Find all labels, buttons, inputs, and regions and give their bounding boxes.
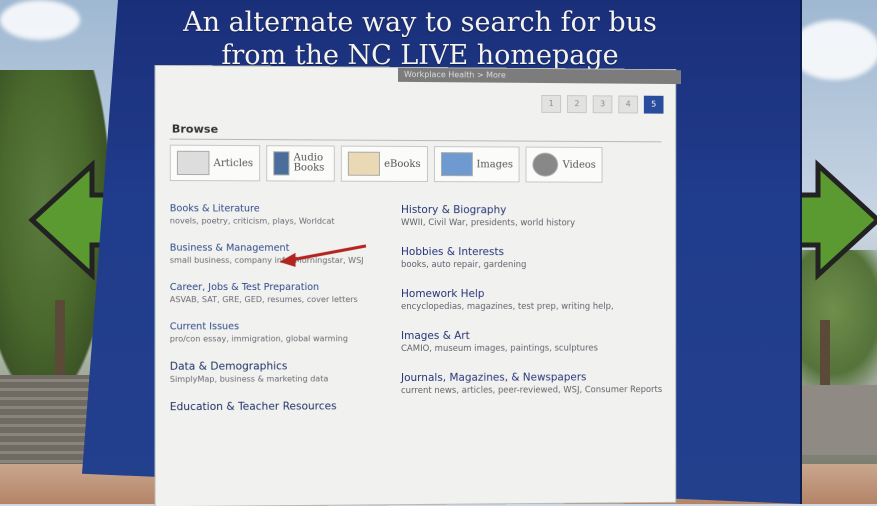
- pager: 1 2 3 4 5: [541, 94, 664, 114]
- tile-images[interactable]: Images: [433, 146, 520, 183]
- category-link[interactable]: Current Issues: [170, 321, 392, 332]
- divider: [169, 138, 662, 143]
- category-desc: novels, poetry, criticism, plays, Worldc…: [169, 216, 335, 226]
- format-tiles: Articles Audio Books eBooks Images Video…: [169, 144, 603, 183]
- left-category-list: Books & Literature novels, poetry, criti…: [170, 203, 392, 415]
- category-link[interactable]: Homework Help: [401, 288, 668, 300]
- category-link[interactable]: Education & Teacher Resources: [170, 400, 392, 413]
- cloud: [0, 0, 80, 40]
- tile-label: Audio Books: [293, 152, 325, 174]
- category-desc: current news, articles, peer-reviewed, W…: [400, 385, 663, 397]
- audiobooks-icon: [273, 151, 290, 176]
- browse-heading: Browse: [171, 122, 219, 136]
- category-desc: ASVAB, SAT, GRE, GED, resumes, cover let…: [169, 295, 358, 305]
- category-link[interactable]: History & Biography: [401, 204, 668, 217]
- category-desc: books, auto repair, gardening: [400, 259, 527, 271]
- page-button-1[interactable]: 1: [541, 94, 562, 113]
- page-button-5[interactable]: 5: [643, 95, 664, 114]
- category-desc: CAMIO, museum images, paintings, sculptu…: [400, 343, 598, 355]
- tile-videos[interactable]: Videos: [525, 146, 603, 183]
- category-link[interactable]: Data & Demographics: [170, 360, 392, 372]
- headline: An alternate way to search for bus from …: [120, 6, 720, 72]
- videos-icon: [532, 152, 559, 177]
- articles-icon: [176, 150, 210, 176]
- page-button-2[interactable]: 2: [567, 95, 587, 114]
- tile-articles[interactable]: Articles: [169, 144, 261, 182]
- category-desc: SimplyMap, business & marketing data: [169, 374, 329, 384]
- red-pointer-arrow-icon: [279, 240, 368, 267]
- cloud: [790, 20, 877, 80]
- tile-ebooks[interactable]: eBooks: [340, 145, 428, 183]
- category-link[interactable]: Journals, Magazines, & Newspapers: [401, 371, 668, 384]
- tile-label: Videos: [562, 159, 596, 171]
- page-button-3[interactable]: 3: [592, 95, 613, 114]
- category-desc: WWII, Civil War, presidents, world histo…: [400, 217, 576, 229]
- tree-trunk: [820, 320, 830, 390]
- tile-label: Images: [476, 158, 514, 170]
- nc-live-homepage-screenshot: Workplace Health > More 1 2 3 4 5 Browse…: [155, 65, 682, 506]
- ebooks-icon: [347, 151, 381, 176]
- category-link[interactable]: Career, Jobs & Test Preparation: [170, 282, 392, 293]
- category-desc: encyclopedias, magazines, test prep, wri…: [400, 301, 614, 313]
- category-link[interactable]: Images & Art: [401, 330, 668, 342]
- images-icon: [440, 152, 473, 177]
- category-link[interactable]: Hobbies & Interests: [401, 246, 668, 258]
- tile-label: Articles: [213, 157, 254, 169]
- category-desc: pro/con essay, immigration, global warmi…: [169, 334, 348, 344]
- right-category-list: History & Biography WWII, Civil War, pre…: [401, 204, 668, 414]
- tile-audio-books[interactable]: Audio Books: [266, 145, 335, 182]
- tile-label: eBooks: [384, 158, 421, 170]
- topbar-label: Workplace Health > More: [397, 67, 682, 85]
- page-button-4[interactable]: 4: [618, 95, 638, 114]
- headline-line-1: An alternate way to search for bus: [183, 7, 657, 38]
- category-link[interactable]: Books & Literature: [170, 203, 392, 215]
